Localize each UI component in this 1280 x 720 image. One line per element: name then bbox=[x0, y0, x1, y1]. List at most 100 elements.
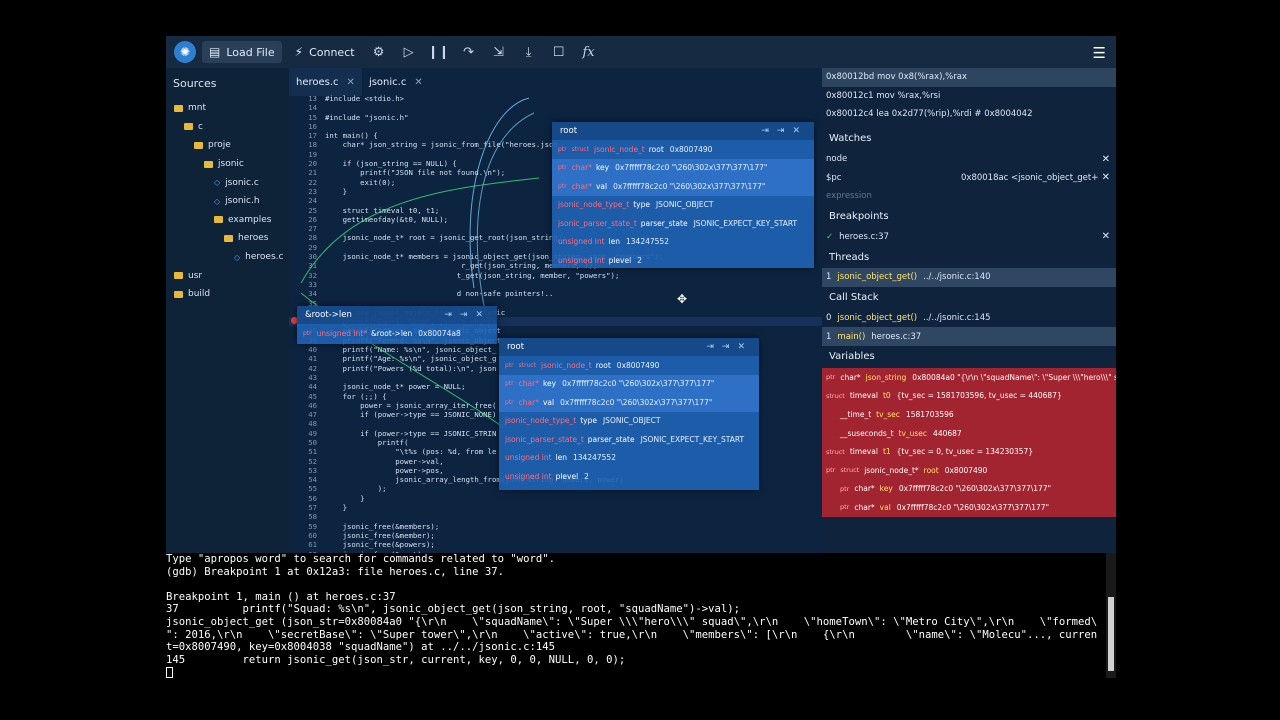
tree-item[interactable]: ◇ heroes.c bbox=[166, 248, 289, 267]
tree-item[interactable]: examples bbox=[166, 211, 289, 230]
close-icon[interactable]: ✕ bbox=[1102, 231, 1110, 242]
scrollbar-thumb[interactable] bbox=[1108, 597, 1114, 671]
inspector-row[interactable]: ptr unsigned int* &root->len 0x80074a8 bbox=[297, 324, 497, 343]
threads-row[interactable]: 1 jsonic_object_get() ../../jsonic.c:140 bbox=[822, 268, 1116, 287]
step-into-icon[interactable]: ⇲ bbox=[486, 45, 512, 60]
root-inspector-top[interactable]: root ⇥⇥✕ ptr struct jsonic_node_t root 0x800… bbox=[552, 122, 814, 268]
var-value: 440687 bbox=[933, 428, 962, 438]
close-icon[interactable]: ✕ bbox=[414, 77, 422, 88]
gear-icon[interactable]: ⚙ bbox=[366, 45, 392, 60]
watch-expr: $pc bbox=[826, 172, 842, 183]
variable-row[interactable]: __time_t tv_sec 1581703596 bbox=[822, 405, 1116, 424]
var-name: key bbox=[595, 163, 610, 173]
code-line[interactable]: 15 #include "jsonic.h" bbox=[289, 113, 822, 122]
code-text: struct timeval t0, t1; bbox=[325, 205, 440, 215]
type-label: jsonic_parser_state_t bbox=[505, 434, 584, 444]
asm-line[interactable]: 0x80012c1 mov %rax,%rsi bbox=[822, 87, 1116, 106]
type-label: char* bbox=[571, 163, 592, 173]
code-line[interactable]: 58 bbox=[289, 512, 822, 521]
stop-icon[interactable]: ☐ bbox=[546, 45, 572, 60]
step-over-icon[interactable]: ↷ bbox=[456, 45, 482, 60]
var-value: 0x80084a0 "{\r\n \"squadName\": \"Super … bbox=[912, 372, 1116, 382]
variable-row[interactable]: ptr struct jsonic_node_t* root 0x8007490 bbox=[822, 461, 1116, 480]
inspector-row[interactable]: jsonic_node_type_t type JSONIC_OBJECT bbox=[499, 412, 759, 431]
inspector-controls[interactable]: ⇥⇥✕ bbox=[444, 310, 491, 320]
tree-item[interactable]: mnt bbox=[166, 99, 289, 118]
checkbox-checked-icon[interactable]: ✓ bbox=[826, 232, 833, 242]
asm-line[interactable]: 0x80012c4 lea 0x2d77(%rip),%rdi # 0x8004… bbox=[822, 105, 1116, 124]
tree-item[interactable]: jsonic bbox=[166, 155, 289, 174]
frame-function: jsonic_object_get() bbox=[837, 313, 918, 324]
tree-item[interactable]: ◇ jsonic.c bbox=[166, 173, 289, 192]
terminal-prompt[interactable] bbox=[166, 666, 1116, 678]
code-text: gettimeofday(&t0, NULL); bbox=[325, 214, 449, 224]
code-line[interactable]: 32 t_get(json_string, member, "powers"); bbox=[289, 271, 822, 280]
len-inspector[interactable]: &root->len ⇥⇥✕ ptr unsigned int* &root->le… bbox=[297, 306, 497, 344]
asm-line[interactable]: 0x80012bd mov 0x8(%rax),%rax bbox=[822, 68, 1116, 87]
tree-item[interactable]: c bbox=[166, 118, 289, 137]
inspector-row[interactable]: jsonic_parser_state_t parser_state JSONIC_… bbox=[499, 430, 759, 449]
var-type: timeval bbox=[849, 447, 878, 457]
inspector-row[interactable]: ptr char* val 0x7fffff78c2c0 "\260\302x\377… bbox=[552, 177, 814, 196]
inspector-row[interactable]: unsigned int plevel 2 bbox=[499, 467, 759, 486]
inspector-row[interactable]: ptr struct jsonic_node_t root 0x8007490 bbox=[552, 140, 814, 159]
folder-icon bbox=[184, 123, 193, 131]
variable-row[interactable]: struct timeval t1 {tv_sec = 0, tv_usec = 13… bbox=[822, 442, 1116, 461]
close-icon[interactable]: ✕ bbox=[347, 77, 355, 88]
watch-expression-input[interactable]: expression bbox=[822, 187, 1116, 206]
callstack-row[interactable]: 0 jsonic_object_get() ../../jsonic.c:145 bbox=[822, 309, 1116, 328]
inspector-row[interactable]: ptr struct jsonic_node_t root 0x8007490 bbox=[499, 356, 759, 375]
var-value: 0x8007490 bbox=[669, 144, 713, 154]
variable-row[interactable]: ptr char* val 0x7fffff78c2c0 "\260\302x\377… bbox=[822, 498, 1116, 517]
tree-item[interactable]: proje bbox=[166, 136, 289, 155]
breakpoint-row[interactable]: ✓ heroes.c:37 ✕ bbox=[822, 228, 1116, 247]
var-value: 134247552 bbox=[573, 453, 616, 463]
close-icon[interactable]: ✕ bbox=[1102, 172, 1110, 183]
callstack-row[interactable]: 1 main() heroes.c:37 bbox=[822, 327, 1116, 346]
inspector-row[interactable]: unsigned int plevel 2 bbox=[552, 251, 814, 268]
code-line[interactable]: 61 jsonic_free(&powers); bbox=[289, 540, 822, 549]
code-line[interactable]: 57 } bbox=[289, 503, 822, 512]
connect-button[interactable]: ⚡ Connect bbox=[288, 41, 362, 63]
pause-icon[interactable]: ❙❙ bbox=[426, 45, 452, 60]
root-inspector-mid[interactable]: root ⇥⇥✕ ptr struct jsonic_node_t root 0x800… bbox=[499, 338, 759, 490]
hamburger-menu-icon[interactable]: ☰ bbox=[1093, 44, 1106, 62]
load-file-button[interactable]: ▤ Load File bbox=[202, 41, 282, 63]
code-line[interactable]: 59 jsonic_free(&members); bbox=[289, 522, 822, 531]
variable-row[interactable]: __suseconds_t tv_usec 440687 bbox=[822, 424, 1116, 443]
terminal-scrollbar[interactable] bbox=[1106, 553, 1116, 678]
tab-jsonic-c[interactable]: jsonic.c ✕ bbox=[362, 68, 430, 96]
code-line[interactable]: 60 jsonic_free(&member); bbox=[289, 531, 822, 540]
tree-item[interactable]: usr bbox=[166, 266, 289, 285]
tab-heroes-c[interactable]: heroes.c ✕ bbox=[289, 68, 362, 96]
app-logo-icon[interactable]: ✺ bbox=[174, 41, 196, 63]
variable-row[interactable]: ptr char* key 0x7fffff78c2c0 "\260\302x\377… bbox=[822, 480, 1116, 499]
code-line[interactable]: 56 } bbox=[289, 494, 822, 503]
variable-row[interactable]: ptr char* json_string 0x80084a0 "{\r\n \"sq… bbox=[822, 368, 1116, 387]
inspector-row[interactable]: ptr char* val 0x7fffff78c2c0 "\260\302x\377… bbox=[499, 393, 759, 412]
code-line[interactable]: 34 d non-safe pointers!.. bbox=[289, 289, 822, 298]
run-icon[interactable]: ▷ bbox=[396, 45, 422, 60]
watch-row[interactable]: node ✕ bbox=[822, 150, 1116, 169]
inspector-row[interactable]: ptr char* key 0x7fffff78c2c0 "\260\302x\377… bbox=[499, 374, 759, 393]
tree-item[interactable]: ◇ jsonic.h bbox=[166, 192, 289, 211]
inspector-row[interactable]: jsonic_parser_state_t parser_state JSONIC_… bbox=[552, 214, 814, 233]
step-out-icon[interactable]: ⤓ bbox=[516, 45, 542, 60]
code-line[interactable]: 14 bbox=[289, 103, 822, 112]
inspector-row[interactable]: jsonic_node_type_t type JSONIC_OBJECT bbox=[552, 196, 814, 215]
watch-row[interactable]: $pc 0x80018ac <jsonic_object_get+ ✕ bbox=[822, 168, 1116, 187]
inspector-controls[interactable]: ⇥⇥✕ bbox=[761, 126, 808, 136]
inspector-row[interactable]: unsigned int len 134247552 bbox=[552, 233, 814, 252]
inspector-row[interactable]: ptr char* key 0x7fffff78c2c0 "\260\302x\377… bbox=[552, 158, 814, 177]
inspector-row[interactable]: unsigned int len 134247552 bbox=[499, 449, 759, 468]
var-name: plevel bbox=[555, 471, 579, 481]
code-line[interactable]: 13 #include <stdio.h> bbox=[289, 94, 822, 103]
inspector-controls[interactable]: ⇥⇥✕ bbox=[706, 342, 753, 352]
variable-row[interactable]: struct timeval t0 {tv_sec = 1581703596, tv_… bbox=[822, 387, 1116, 406]
code-line[interactable]: 33 bbox=[289, 280, 822, 289]
tree-item[interactable]: build bbox=[166, 285, 289, 304]
tree-item[interactable]: heroes bbox=[166, 229, 289, 248]
close-icon[interactable]: ✕ bbox=[1102, 154, 1110, 165]
gdb-terminal[interactable]: Type "apropos word" to search for comman… bbox=[166, 553, 1116, 678]
function-icon[interactable]: fx bbox=[576, 45, 602, 60]
